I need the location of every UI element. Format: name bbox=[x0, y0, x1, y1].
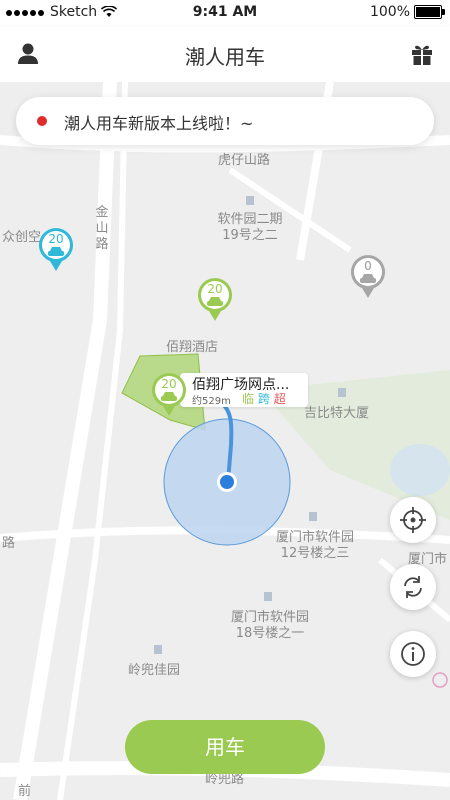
refresh-icon bbox=[404, 576, 422, 598]
vehicle-pin-selected[interactable]: 20 bbox=[151, 372, 187, 418]
map-label-baixiang-hotel: 佰翔酒店 bbox=[166, 340, 219, 355]
battery-info: 100% bbox=[369, 4, 445, 20]
battery-icon bbox=[414, 5, 445, 19]
status-bar: Sketch 9:41 AM 100% bbox=[0, 0, 450, 26]
car-icon bbox=[360, 278, 376, 283]
map-label-jinshan: 金山路 bbox=[95, 205, 109, 252]
map-label-road-left: 路 bbox=[2, 536, 16, 551]
map-label-zhongchuang: 众创空 bbox=[2, 230, 42, 245]
pin-count: 0 bbox=[364, 259, 372, 273]
nav-bar: 潮人用车 bbox=[0, 26, 450, 82]
map-label-road-bottom-left: 前 bbox=[18, 784, 32, 799]
station-tag-temporary: 临 bbox=[242, 392, 255, 406]
station-info-card[interactable]: 佰翔广场网点... 约529m 临 跨 超 bbox=[180, 373, 308, 407]
vehicle-pin-gray[interactable]: 0 bbox=[350, 254, 386, 300]
notice-banner[interactable]: 潮人用车新版本上线啦！~ bbox=[16, 97, 434, 145]
battery-percent: 100% bbox=[369, 4, 410, 20]
car-icon bbox=[48, 251, 64, 256]
station-tags: 临 跨 超 bbox=[242, 390, 286, 407]
locate-button[interactable] bbox=[390, 497, 436, 543]
map-label-jibite: 吉比特大厦 bbox=[304, 406, 370, 421]
map-label-lingdou: 岭兜佳园 bbox=[128, 663, 181, 678]
pin-count: 20 bbox=[48, 232, 64, 246]
page-title: 潮人用车 bbox=[185, 45, 265, 69]
vehicle-pin-green[interactable]: 20 bbox=[197, 277, 233, 323]
use-car-button[interactable]: 用车 bbox=[125, 720, 325, 774]
gift-icon[interactable] bbox=[408, 40, 436, 68]
pin-count: 20 bbox=[161, 377, 177, 391]
info-icon bbox=[401, 642, 425, 666]
station-tag-super: 超 bbox=[273, 392, 286, 406]
crosshair-icon bbox=[400, 507, 426, 533]
station-distance: 约529m bbox=[192, 396, 231, 407]
vehicle-pin-cyan[interactable]: 20 bbox=[38, 227, 74, 273]
map-view[interactable] bbox=[0, 82, 450, 800]
notice-text: 潮人用车新版本上线啦！~ bbox=[64, 114, 254, 133]
map-label-software-19: 软件园二期 19号之二 bbox=[217, 212, 283, 243]
map-label-xiamen-12: 厦门市软件园 12号楼之三 bbox=[275, 530, 354, 561]
notice-dot-icon bbox=[37, 116, 47, 126]
map-label-xiamen-18: 厦门市软件园 18号楼之一 bbox=[230, 610, 309, 641]
refresh-button[interactable] bbox=[390, 564, 436, 610]
pin-count: 20 bbox=[207, 282, 223, 296]
station-tag-cross: 跨 bbox=[257, 392, 270, 406]
map-label-huzaishan: 虎仔山路 bbox=[218, 153, 271, 168]
car-icon bbox=[161, 396, 177, 401]
info-button[interactable] bbox=[390, 631, 436, 677]
car-icon bbox=[207, 301, 223, 306]
